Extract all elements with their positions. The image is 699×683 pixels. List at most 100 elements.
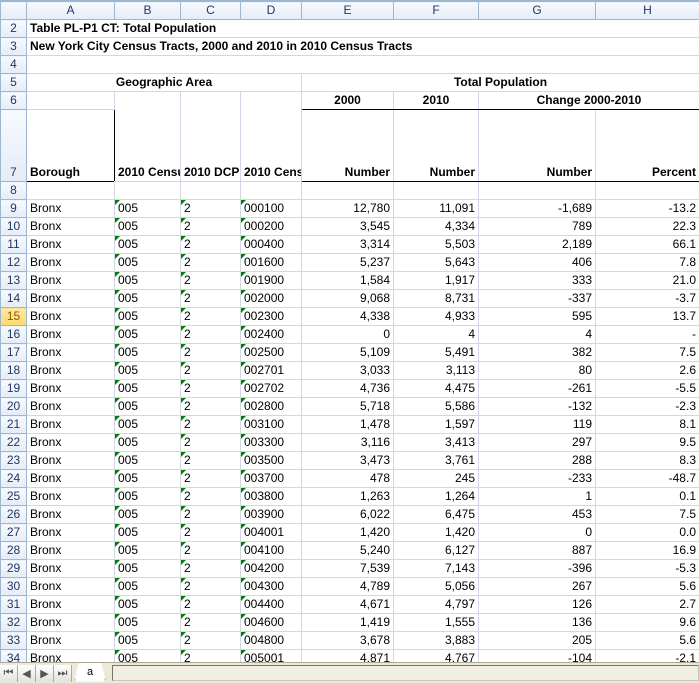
cell-borough[interactable]: Bronx [27, 452, 115, 470]
cell-fips[interactable]: 005 [115, 200, 181, 218]
cell-change-pct[interactable]: 5.6 [596, 632, 699, 650]
row-4[interactable]: 4 [1, 56, 699, 74]
cell-borough[interactable]: Bronx [27, 506, 115, 524]
table-row[interactable]: 31Bronx00520044004,6714,7971262.7 [1, 596, 699, 614]
col-header-G[interactable]: G [479, 2, 596, 20]
tab-nav-prev[interactable]: ◀ [18, 665, 36, 682]
cell-fips[interactable]: 005 [115, 488, 181, 506]
cell-change-num[interactable]: 2,189 [479, 236, 596, 254]
cell-change-num[interactable]: 887 [479, 542, 596, 560]
cell[interactable] [394, 182, 479, 200]
cell-fips[interactable]: 005 [115, 308, 181, 326]
cell-change-num[interactable]: 288 [479, 452, 596, 470]
table-row[interactable]: 26Bronx00520039006,0226,4754537.5 [1, 506, 699, 524]
cell-pop-2000[interactable]: 3,116 [302, 434, 394, 452]
cell-pop-2010[interactable]: 7,143 [394, 560, 479, 578]
row-5[interactable]: 5 Geographic Area Total Population [1, 74, 699, 92]
cell-dcp[interactable]: 2 [181, 452, 241, 470]
cell-change-pct[interactable]: 5.6 [596, 578, 699, 596]
table-row[interactable]: 15Bronx00520023004,3384,93359513.7 [1, 308, 699, 326]
table-row[interactable]: 14Bronx00520020009,0688,731-337-3.7 [1, 290, 699, 308]
row-3[interactable]: 3 New York City Census Tracts, 2000 and … [1, 38, 699, 56]
row-header[interactable]: 32 [1, 614, 27, 632]
cell-pop-2000[interactable]: 1,263 [302, 488, 394, 506]
row-header[interactable]: 14 [1, 290, 27, 308]
row-header[interactable]: 11 [1, 236, 27, 254]
cell-pop-2010[interactable]: 6,127 [394, 542, 479, 560]
cell-fips[interactable]: 005 [115, 596, 181, 614]
cell-tract[interactable]: 002000 [241, 290, 302, 308]
cell-borough[interactable]: Bronx [27, 632, 115, 650]
cell-change-num[interactable]: 789 [479, 218, 596, 236]
cell-dcp[interactable]: 2 [181, 398, 241, 416]
row-header[interactable]: 30 [1, 578, 27, 596]
cell-dcp[interactable]: 2 [181, 200, 241, 218]
cell-change-num[interactable]: 595 [479, 308, 596, 326]
cell-dcp[interactable]: 2 [181, 632, 241, 650]
row-header[interactable]: 18 [1, 362, 27, 380]
cell-pop-2000[interactable]: 3,314 [302, 236, 394, 254]
table-row[interactable]: 18Bronx00520027013,0333,113802.6 [1, 362, 699, 380]
cell-fips[interactable]: 005 [115, 452, 181, 470]
cell-dcp[interactable]: 2 [181, 308, 241, 326]
cell-change-pct[interactable]: -5.5 [596, 380, 699, 398]
cell-fips[interactable]: 005 [115, 254, 181, 272]
cell-pop-2000[interactable]: 4,671 [302, 596, 394, 614]
cell-pop-2000[interactable]: 0 [302, 326, 394, 344]
cell-pop-2010[interactable]: 1,420 [394, 524, 479, 542]
cell-change-num[interactable]: 1 [479, 488, 596, 506]
cell-borough[interactable]: Bronx [27, 398, 115, 416]
cell-change-pct[interactable]: 7.8 [596, 254, 699, 272]
cell-dcp[interactable]: 2 [181, 272, 241, 290]
cell-dcp[interactable]: 2 [181, 578, 241, 596]
cell-dcp[interactable]: 2 [181, 524, 241, 542]
hdr-change[interactable]: Change 2000-2010 [479, 92, 699, 110]
cell-tract[interactable]: 003100 [241, 416, 302, 434]
row-header[interactable]: 5 [1, 74, 27, 92]
cell-dcp[interactable]: 2 [181, 488, 241, 506]
cell-change-pct[interactable]: 8.1 [596, 416, 699, 434]
table-row[interactable]: 23Bronx00520035003,4733,7612888.3 [1, 452, 699, 470]
cell-borough[interactable]: Bronx [27, 488, 115, 506]
cell-pop-2010[interactable]: 1,555 [394, 614, 479, 632]
cell-pop-2000[interactable]: 3,545 [302, 218, 394, 236]
cell-borough[interactable]: Bronx [27, 344, 115, 362]
row-header[interactable]: 31 [1, 596, 27, 614]
col-header-D[interactable]: D [241, 2, 302, 20]
cell-fips[interactable]: 005 [115, 398, 181, 416]
cell-pop-2010[interactable]: 3,761 [394, 452, 479, 470]
cell-change-num[interactable]: 4 [479, 326, 596, 344]
col-header-H[interactable]: H [596, 2, 699, 20]
cell-change-num[interactable]: -233 [479, 470, 596, 488]
cell-borough[interactable]: Bronx [27, 542, 115, 560]
title-cell[interactable]: Table PL-P1 CT: Total Population [27, 20, 699, 38]
cell-pop-2000[interactable]: 5,240 [302, 542, 394, 560]
cell-borough[interactable]: Bronx [27, 560, 115, 578]
cell-fips[interactable]: 005 [115, 506, 181, 524]
table-row[interactable]: 9Bronx005200010012,78011,091-1,689-13.2 [1, 200, 699, 218]
cell-borough[interactable]: Bronx [27, 416, 115, 434]
cell-change-num[interactable]: 119 [479, 416, 596, 434]
cell-borough[interactable]: Bronx [27, 380, 115, 398]
row-header[interactable]: 28 [1, 542, 27, 560]
cell-pop-2010[interactable]: 3,883 [394, 632, 479, 650]
row-header[interactable]: 23 [1, 452, 27, 470]
row-header[interactable]: 20 [1, 398, 27, 416]
table-row[interactable]: 19Bronx00520027024,7364,475-261-5.5 [1, 380, 699, 398]
col-header-F[interactable]: F [394, 2, 479, 20]
cell-tract[interactable]: 000100 [241, 200, 302, 218]
sheet-tab-active[interactable]: a [74, 663, 106, 682]
cell-change-num[interactable]: 267 [479, 578, 596, 596]
table-row[interactable]: 25Bronx00520038001,2631,26410.1 [1, 488, 699, 506]
cell-pop-2010[interactable]: 4,334 [394, 218, 479, 236]
cell-tract[interactable]: 004400 [241, 596, 302, 614]
cell-dcp[interactable]: 2 [181, 380, 241, 398]
col-header-B[interactable]: B [115, 2, 181, 20]
cell-pop-2010[interactable]: 6,475 [394, 506, 479, 524]
row-header[interactable]: 4 [1, 56, 27, 74]
row-header[interactable]: 2 [1, 20, 27, 38]
column-header-row[interactable]: A B C D E F G H [1, 2, 699, 20]
cell-change-pct[interactable]: 2.7 [596, 596, 699, 614]
cell-fips[interactable]: 005 [115, 344, 181, 362]
cell-change-num[interactable]: -261 [479, 380, 596, 398]
